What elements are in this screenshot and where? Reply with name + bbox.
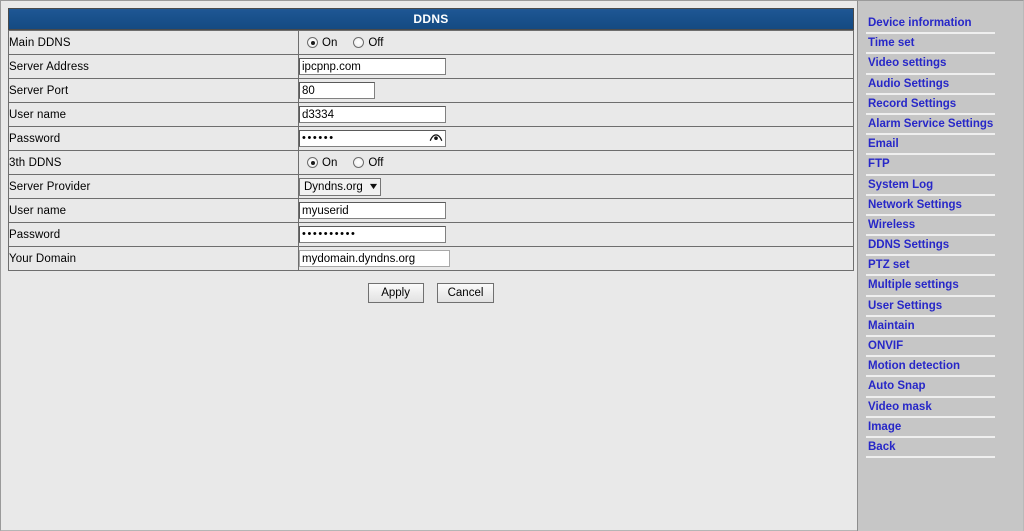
password-input-2[interactable] <box>299 226 446 243</box>
radio-label-main-ddns-off[interactable]: Off <box>368 37 383 49</box>
panel-title-row: DDNS <box>8 8 854 31</box>
table-row: Server Address <box>8 54 854 79</box>
sidebar-item-auto-snap[interactable]: Auto Snap <box>858 378 1023 398</box>
your-domain-input[interactable] <box>299 250 450 267</box>
radio-label-third-ddns-on[interactable]: On <box>322 157 337 169</box>
table-row: 3th DDNS On Off <box>8 150 854 175</box>
label-server-port: Server Port <box>8 78 299 103</box>
sidebar-item-multiple-settings[interactable]: Multiple settings <box>858 277 1023 297</box>
sidebar-item-video-settings[interactable]: Video settings <box>858 55 1023 75</box>
panel-title: DDNS <box>9 9 853 30</box>
password-wrapper-1: •••••• <box>299 130 446 147</box>
sidebar-item-ptz-set[interactable]: PTZ set <box>858 257 1023 277</box>
chevron-down-icon: ▼ <box>367 181 380 191</box>
sidebar-item-motion-detection[interactable]: Motion detection <box>858 358 1023 378</box>
field-user-name-1 <box>298 102 854 127</box>
sidebar-item-user-settings[interactable]: User Settings <box>858 298 1023 318</box>
server-provider-select[interactable]: Dyndns.org ▼ <box>299 177 381 196</box>
form-action-buttons: Apply Cancel <box>8 283 854 303</box>
server-address-input[interactable] <box>299 58 446 75</box>
sidebar-item-device-information[interactable]: Device information <box>858 15 1023 35</box>
label-server-provider: Server Provider <box>8 174 299 199</box>
table-row: Server Provider Dyndns.org ▼ <box>8 174 854 199</box>
label-user-name-2: User name <box>8 198 299 223</box>
radio-label-third-ddns-off[interactable]: Off <box>368 157 383 169</box>
sidebar-item-record-settings[interactable]: Record Settings <box>858 96 1023 116</box>
user-name-input-1[interactable] <box>299 106 446 123</box>
sidebar-item-video-mask[interactable]: Video mask <box>858 399 1023 419</box>
sidebar-item-maintain[interactable]: Maintain <box>858 318 1023 338</box>
label-third-ddns: 3th DDNS <box>8 150 299 175</box>
page-root: DDNS Main DDNS On Off Server Address ipc… <box>0 0 1024 531</box>
table-row: Password •••••• <box>8 126 854 151</box>
main-content-pane: DDNS Main DDNS On Off Server Address ipc… <box>0 0 857 531</box>
table-row: Main DDNS On Off <box>8 30 854 55</box>
sidebar-nav: Device information Time set Video settin… <box>857 0 1024 531</box>
user-name-input-2[interactable] <box>299 202 446 219</box>
panel-title-cell: DDNS <box>8 8 854 31</box>
sidebar-item-back[interactable]: Back <box>858 439 1023 459</box>
field-user-name-2 <box>298 198 854 223</box>
server-provider-selected-value: Dyndns.org <box>304 180 363 193</box>
field-third-ddns: On Off <box>298 150 854 175</box>
table-row: User name <box>8 102 854 127</box>
ddns-settings-table: DDNS Main DDNS On Off Server Address ipc… <box>8 8 854 271</box>
radio-main-ddns-on[interactable] <box>307 37 318 48</box>
table-row: Server Port <box>8 78 854 103</box>
server-port-input[interactable] <box>299 82 375 99</box>
sidebar-item-alarm-service-settings[interactable]: Alarm Service Settings <box>858 116 1023 136</box>
label-password-2: Password <box>8 222 299 247</box>
sidebar-item-image[interactable]: Image <box>858 419 1023 439</box>
sidebar-item-ftp[interactable]: FTP <box>858 156 1023 176</box>
table-row: Your Domain <box>8 246 854 271</box>
table-row: User name <box>8 198 854 223</box>
sidebar-item-system-log[interactable]: System Log <box>858 177 1023 197</box>
radio-label-main-ddns-on[interactable]: On <box>322 37 337 49</box>
radio-third-ddns-on[interactable] <box>307 157 318 168</box>
label-password-1: Password <box>8 126 299 151</box>
sidebar-item-network-settings[interactable]: Network Settings <box>858 197 1023 217</box>
password-reveal-eye-icon[interactable] <box>429 131 443 145</box>
field-server-address <box>298 54 854 79</box>
table-row: Password •••••••••• <box>8 222 854 247</box>
sidebar-item-onvif[interactable]: ONVIF <box>858 338 1023 358</box>
radio-main-ddns-off[interactable] <box>353 37 365 48</box>
password-input-1[interactable] <box>299 130 446 147</box>
sidebar-item-email[interactable]: Email <box>858 136 1023 156</box>
field-your-domain <box>298 246 854 271</box>
sidebar-item-time-set[interactable]: Time set <box>858 35 1023 55</box>
field-main-ddns: On Off <box>298 30 854 55</box>
radio-group-third-ddns: On Off <box>299 152 853 174</box>
field-server-provider: Dyndns.org ▼ <box>298 174 854 199</box>
radio-group-main-ddns: On Off <box>299 32 853 54</box>
password-wrapper-2: •••••••••• <box>299 226 446 243</box>
label-your-domain: Your Domain <box>8 246 299 271</box>
sidebar-item-audio-settings[interactable]: Audio Settings <box>858 76 1023 96</box>
field-password-2: •••••••••• <box>298 222 854 247</box>
cancel-button[interactable]: Cancel <box>436 283 495 303</box>
label-server-address: Server Address <box>8 54 299 79</box>
label-user-name-1: User name <box>8 102 299 127</box>
field-server-port <box>298 78 854 103</box>
label-main-ddns: Main DDNS <box>8 30 299 55</box>
radio-third-ddns-off[interactable] <box>353 157 365 168</box>
apply-button[interactable]: Apply <box>367 283 424 303</box>
field-password-1: •••••• <box>298 126 854 151</box>
sidebar-item-ddns-settings[interactable]: DDNS Settings <box>858 237 1023 257</box>
sidebar-item-wireless[interactable]: Wireless <box>858 217 1023 237</box>
